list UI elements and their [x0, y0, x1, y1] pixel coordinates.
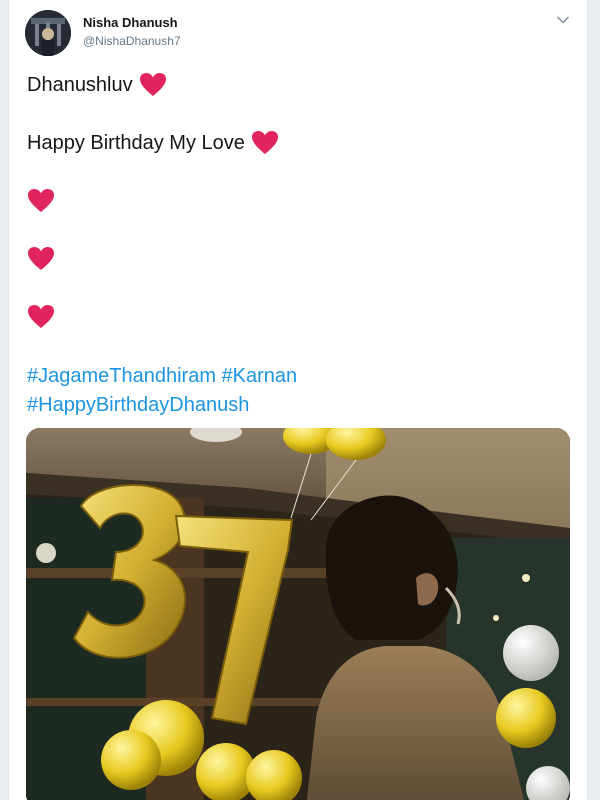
heart-icon [28, 247, 54, 270]
hashtag-line-2[interactable]: #HappyBirthdayDhanush [27, 391, 297, 420]
heart-icon [251, 131, 278, 154]
author-name[interactable]: Nisha Dhanush [83, 15, 178, 30]
hashtags: #JagameThandhiram #Karnan #HappyBirthday… [27, 362, 297, 420]
tweet-card: Nisha Dhanush @NishaDhanush7 Dhanushluv … [8, 0, 588, 800]
author-handle[interactable]: @NishaDhanush7 [83, 34, 181, 48]
tweet-text-line-2: Happy Birthday My Love [27, 130, 279, 156]
photo-image [26, 428, 570, 800]
line-1-text: Dhanushluv [27, 73, 133, 96]
chevron-down-icon[interactable] [555, 12, 571, 28]
tweet-text-line-1: Dhanushluv [27, 72, 167, 98]
tweet-header: Nisha Dhanush @NishaDhanush7 [25, 10, 571, 58]
hashtag-line-1[interactable]: #JagameThandhiram #Karnan [27, 362, 297, 391]
author-avatar[interactable] [25, 10, 71, 56]
heart-icon [139, 73, 166, 96]
heart-icon [28, 189, 54, 212]
line-2-text: Happy Birthday My Love [27, 131, 245, 154]
heart-icon [28, 305, 54, 328]
tweet-photo[interactable] [26, 428, 570, 800]
avatar-image [25, 10, 71, 56]
